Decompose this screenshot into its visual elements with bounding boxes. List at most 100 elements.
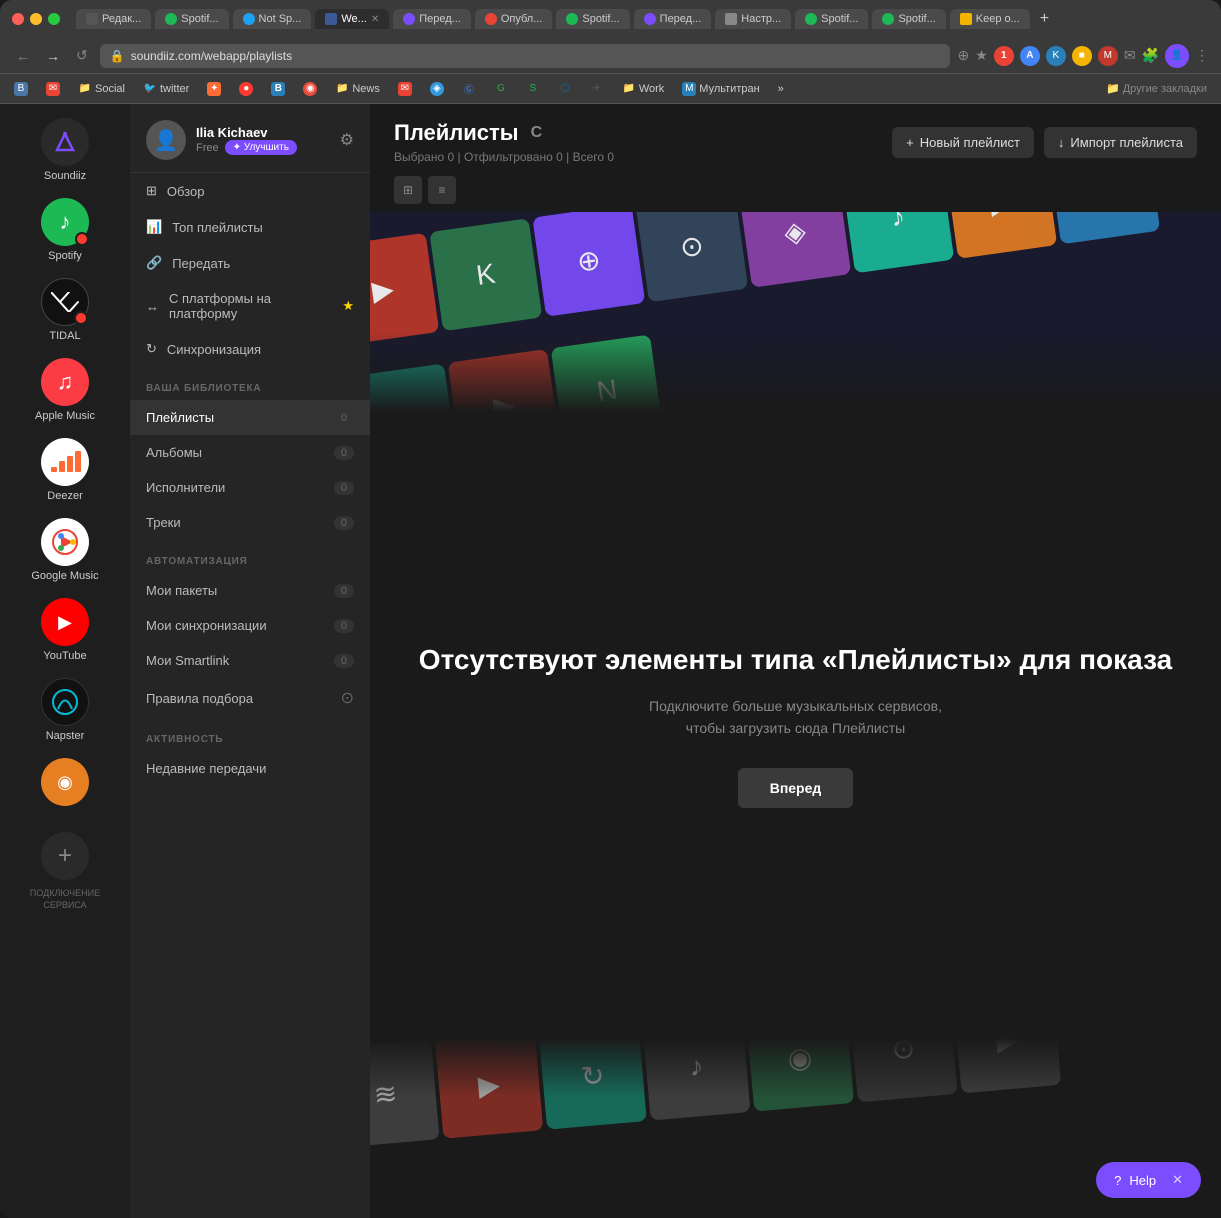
nav-my-syncs[interactable]: Мои синхронизации 0 [130, 608, 370, 643]
bookmark-google[interactable]: Ⓖ [456, 80, 482, 98]
bookmark-social[interactable]: 📁 Social [72, 80, 131, 98]
bookmark-vk[interactable]: В [8, 80, 34, 98]
bookmark-label: Social [95, 83, 125, 95]
tidal-badge [74, 311, 88, 325]
bookmark-bright[interactable]: ✦ [201, 80, 227, 98]
list-view-button[interactable]: ≡ [428, 176, 456, 204]
nav-artists[interactable]: Исполнители 0 [130, 470, 370, 505]
bookmark-drop[interactable]: ◈ [424, 80, 450, 98]
tab-item[interactable]: Keep o... [950, 9, 1030, 29]
tab-close-icon[interactable]: ✕ [371, 14, 379, 25]
bookmark-icon[interactable]: ★ [975, 47, 988, 64]
bookmark-spotify[interactable]: S [520, 80, 546, 98]
top-playlists-label: Топ плейлисты [172, 220, 263, 235]
add-service-button[interactable]: + [41, 832, 89, 880]
menu-icon[interactable]: ⋮ [1195, 47, 1209, 64]
tab-item[interactable]: Spotif... [155, 9, 228, 29]
service-soundiiz-label: Soundiiz [44, 170, 86, 182]
nav-platform-transfer[interactable]: ↔ С платформы на платформу ★ [130, 281, 370, 331]
red-icon: ● [239, 82, 253, 96]
nav-rules[interactable]: Правила подбора ⊙ [130, 678, 370, 718]
service-spotify[interactable]: ♪ Spotify [10, 192, 120, 268]
service-apple-music[interactable]: ♫ Apple Music [10, 352, 120, 428]
forward-button[interactable]: → [42, 44, 64, 68]
tab-item[interactable]: Spotif... [795, 9, 868, 29]
help-close-icon[interactable]: ✕ [1172, 1172, 1183, 1188]
kb-icon[interactable]: K [1046, 46, 1066, 66]
nav-recent-transfers[interactable]: Недавние передачи [130, 751, 370, 786]
service-youtube[interactable]: ▶ YouTube [10, 592, 120, 668]
service-deezer[interactable]: Deezer [10, 432, 120, 508]
help-button[interactable]: ? Help ✕ [1096, 1162, 1201, 1198]
service-google-music[interactable]: Google Music [10, 512, 120, 588]
main-content: Плейлисты C Выбрано 0 | Отфильтровано 0 … [370, 104, 1221, 1218]
bookmark-sheets[interactable]: G [488, 80, 514, 98]
tab-item[interactable]: Настр... [715, 9, 791, 29]
view-filters: ⊞ ≡ [370, 176, 1221, 212]
other-bookmarks[interactable]: 📁 Другие закладки [1100, 80, 1213, 97]
mail-icon[interactable]: ✉ [1124, 47, 1136, 64]
bookmark-hex[interactable]: ⬡ [552, 80, 578, 98]
tab-item[interactable]: Перед... [393, 9, 471, 29]
sync-icon: ↻ [146, 341, 157, 357]
bookmark-plane[interactable]: ✈ [584, 80, 610, 98]
nav-top-playlists[interactable]: 📊 Топ плейлисты [130, 209, 370, 245]
translate-icon[interactable]: ⊕ [958, 47, 970, 64]
user-name: Ilia Kichaev [196, 125, 330, 140]
nav-albums[interactable]: Альбомы 0 [130, 435, 370, 470]
service-tidal[interactable]: TIDAL [10, 272, 120, 348]
settings-icon[interactable]: ⚙ [340, 130, 354, 150]
bookmark-more[interactable]: » [772, 81, 790, 97]
nav-my-packages[interactable]: Мои пакеты 0 [130, 573, 370, 608]
bookmark-mail[interactable]: ✉ [40, 80, 66, 98]
tab-item[interactable]: Редак... [76, 9, 151, 29]
nav-playlists[interactable]: Плейлисты 0 [130, 400, 370, 435]
close-window-button[interactable] [12, 13, 24, 25]
bookmark-twitter[interactable]: 🐦 twitter [137, 80, 195, 98]
minimize-window-button[interactable] [30, 13, 42, 25]
bookmark-multitran[interactable]: М Мультитран [676, 80, 765, 98]
tab-item[interactable]: Spotif... [872, 9, 945, 29]
bookmark-work[interactable]: 📁 Work [616, 80, 670, 98]
forward-button[interactable]: Вперед [738, 768, 854, 808]
mairu-icon[interactable]: M [1098, 46, 1118, 66]
new-playlist-button[interactable]: + Новый плейлист [892, 127, 1034, 158]
nav-transfer[interactable]: 🔗 Передать [130, 245, 370, 281]
keep-icon[interactable]: ■ [1072, 46, 1092, 66]
packages-count: 0 [334, 584, 354, 598]
bookmark-red[interactable]: ● [233, 80, 259, 98]
tab-item[interactable]: Перед... [634, 9, 712, 29]
maximize-window-button[interactable] [48, 13, 60, 25]
napster-icon [41, 678, 89, 726]
extensions-icon[interactable]: 🧩 [1142, 47, 1159, 64]
nav-smartlink[interactable]: Мои Smartlink 0 [130, 643, 370, 678]
banner-fade [370, 332, 1221, 412]
service-other[interactable]: ◉ [10, 752, 120, 812]
new-tab-button[interactable]: + [1034, 10, 1055, 28]
tab-item[interactable]: Spotif... [556, 9, 629, 29]
tab-item[interactable]: Опубл... [475, 9, 553, 29]
bookmark-circle[interactable]: ◉ [297, 80, 323, 98]
bookmark-b[interactable]: B [265, 80, 291, 98]
profile-icon[interactable]: 👤 [1165, 44, 1189, 68]
abp-icon[interactable]: A [1020, 46, 1040, 66]
nav-sync[interactable]: ↻ Синхронизация [130, 331, 370, 367]
tab-item[interactable]: Not Sp... [233, 9, 312, 29]
refresh-button[interactable]: ↺ [72, 43, 92, 68]
grid-view-button[interactable]: ⊞ [394, 176, 422, 204]
upgrade-button[interactable]: ✦ Улучшить [225, 140, 297, 155]
bookmark-news[interactable]: 📁 News [329, 80, 386, 98]
bookmark-gmail[interactable]: ✉ [392, 80, 418, 98]
url-input[interactable]: 🔒 soundiiz.com/webapp/playlists [100, 44, 950, 68]
nav-overview[interactable]: ⊞ Обзор [130, 173, 370, 209]
library-section-label: ВАША БИБЛИОТЕКА [130, 367, 370, 400]
tab-item-active[interactable]: We... ✕ [315, 9, 389, 29]
user-avatar: 👤 [146, 120, 186, 160]
service-soundiiz[interactable]: Soundiiz [10, 112, 120, 188]
loading-indicator: C [531, 124, 543, 142]
apple-music-icon: ♫ [41, 358, 89, 406]
back-button[interactable]: ← [12, 44, 34, 68]
service-napster[interactable]: Napster [10, 672, 120, 748]
import-playlist-button[interactable]: ↓ Импорт плейлиста [1044, 127, 1197, 158]
nav-tracks[interactable]: Треки 0 [130, 505, 370, 540]
